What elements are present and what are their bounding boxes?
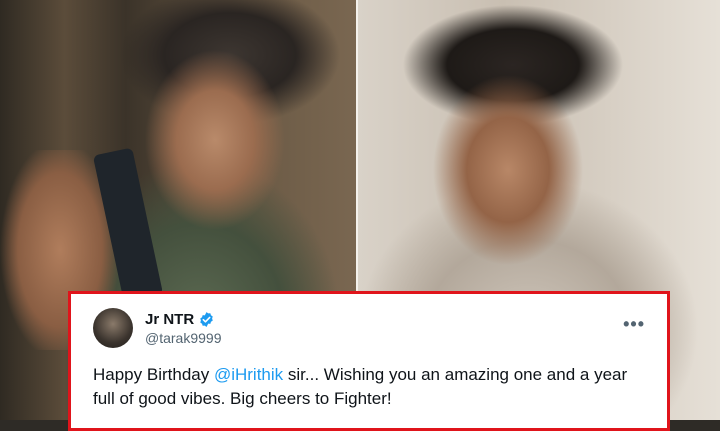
tweet-text: Happy Birthday @iHrithik sir... Wishing … bbox=[93, 363, 653, 411]
author-info: Jr NTR @tarak9999 bbox=[145, 311, 221, 346]
more-dots-icon[interactable]: ••• bbox=[623, 314, 645, 335]
tweet-card: Jr NTR @tarak9999 ••• Happy Birthday @iH… bbox=[68, 291, 670, 431]
avatar[interactable] bbox=[93, 308, 133, 348]
verified-badge-icon bbox=[200, 311, 213, 327]
mention-link[interactable]: @iHrithik bbox=[214, 365, 283, 384]
tweet-header: Jr NTR @tarak9999 ••• bbox=[93, 307, 645, 349]
tweet-text-before: Happy Birthday bbox=[93, 365, 214, 384]
name-row: Jr NTR bbox=[145, 311, 221, 328]
display-name[interactable]: Jr NTR bbox=[145, 311, 194, 328]
user-handle[interactable]: @tarak9999 bbox=[145, 330, 221, 346]
